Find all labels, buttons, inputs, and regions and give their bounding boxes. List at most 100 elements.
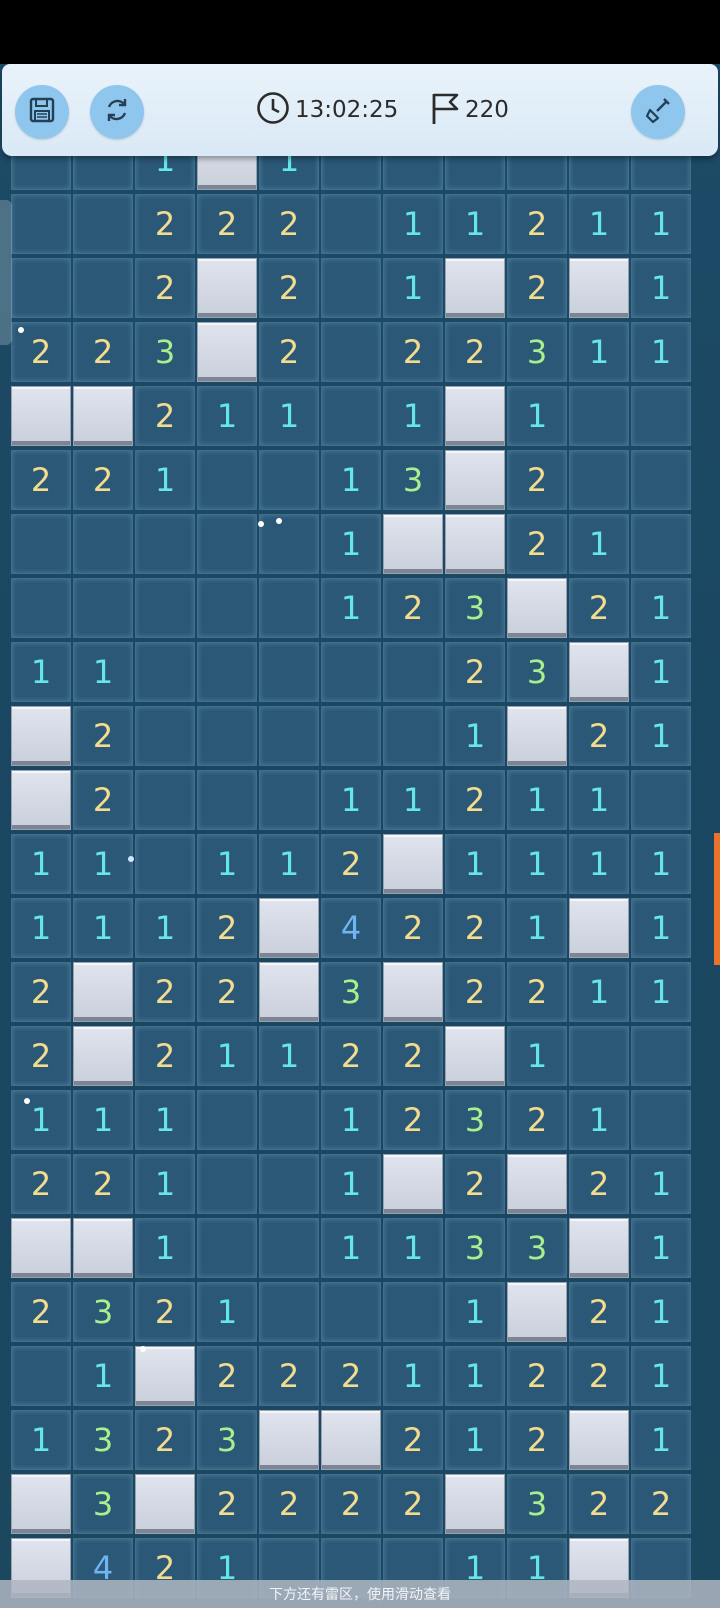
- number-cell[interactable]: 2: [445, 770, 505, 830]
- empty-cell[interactable]: [569, 1026, 629, 1086]
- covered-cell[interactable]: [73, 1026, 133, 1086]
- number-cell[interactable]: 2: [383, 1410, 443, 1470]
- number-cell[interactable]: 1: [259, 834, 319, 894]
- covered-cell[interactable]: [135, 1474, 195, 1534]
- empty-cell[interactable]: [321, 386, 381, 446]
- covered-cell[interactable]: [259, 898, 319, 958]
- empty-cell[interactable]: [631, 514, 691, 574]
- empty-cell[interactable]: [197, 642, 257, 702]
- covered-cell[interactable]: [445, 450, 505, 510]
- number-cell[interactable]: 3: [507, 1474, 567, 1534]
- number-cell[interactable]: 1: [631, 194, 691, 254]
- number-cell[interactable]: 1: [321, 1218, 381, 1278]
- number-cell[interactable]: 2: [73, 322, 133, 382]
- empty-cell[interactable]: [197, 514, 257, 574]
- number-cell[interactable]: 2: [569, 1474, 629, 1534]
- number-cell[interactable]: 3: [445, 1218, 505, 1278]
- number-cell[interactable]: 2: [445, 898, 505, 958]
- covered-cell[interactable]: [507, 578, 567, 638]
- number-cell[interactable]: 2: [73, 770, 133, 830]
- covered-cell[interactable]: [11, 386, 71, 446]
- covered-cell[interactable]: [507, 1282, 567, 1342]
- covered-cell[interactable]: [73, 962, 133, 1022]
- number-cell[interactable]: 2: [11, 962, 71, 1022]
- empty-cell[interactable]: [259, 1282, 319, 1342]
- number-cell[interactable]: 1: [11, 642, 71, 702]
- number-cell[interactable]: 2: [507, 962, 567, 1022]
- number-cell[interactable]: 1: [569, 770, 629, 830]
- covered-cell[interactable]: [569, 642, 629, 702]
- number-cell[interactable]: 2: [569, 1282, 629, 1342]
- number-cell[interactable]: 3: [73, 1410, 133, 1470]
- covered-cell[interactable]: [73, 1218, 133, 1278]
- number-cell[interactable]: 2: [259, 1474, 319, 1534]
- number-cell[interactable]: 2: [383, 898, 443, 958]
- empty-cell[interactable]: [259, 514, 319, 574]
- number-cell[interactable]: 1: [135, 1154, 195, 1214]
- number-cell[interactable]: 1: [11, 834, 71, 894]
- empty-cell[interactable]: [135, 834, 195, 894]
- number-cell[interactable]: 1: [631, 1218, 691, 1278]
- number-cell[interactable]: 1: [321, 578, 381, 638]
- covered-cell[interactable]: [383, 514, 443, 574]
- empty-cell[interactable]: [11, 514, 71, 574]
- number-cell[interactable]: 2: [445, 642, 505, 702]
- number-cell[interactable]: 2: [569, 1154, 629, 1214]
- number-cell[interactable]: 3: [445, 578, 505, 638]
- empty-cell[interactable]: [11, 578, 71, 638]
- number-cell[interactable]: 1: [569, 962, 629, 1022]
- empty-cell[interactable]: [321, 706, 381, 766]
- number-cell[interactable]: 2: [321, 1346, 381, 1406]
- number-cell[interactable]: 1: [321, 514, 381, 574]
- empty-cell[interactable]: [259, 706, 319, 766]
- number-cell[interactable]: 2: [321, 1474, 381, 1534]
- number-cell[interactable]: 2: [197, 962, 257, 1022]
- number-cell[interactable]: 1: [569, 322, 629, 382]
- covered-cell[interactable]: [259, 1410, 319, 1470]
- number-cell[interactable]: 1: [445, 834, 505, 894]
- number-cell[interactable]: 1: [631, 898, 691, 958]
- number-cell[interactable]: 2: [383, 1474, 443, 1534]
- number-cell[interactable]: 1: [631, 962, 691, 1022]
- number-cell[interactable]: 1: [507, 770, 567, 830]
- covered-cell[interactable]: [569, 258, 629, 318]
- empty-cell[interactable]: [197, 1154, 257, 1214]
- empty-cell[interactable]: [631, 770, 691, 830]
- save-button[interactable]: [15, 85, 69, 139]
- number-cell[interactable]: 2: [135, 194, 195, 254]
- number-cell[interactable]: 2: [445, 1154, 505, 1214]
- covered-cell[interactable]: [321, 1410, 381, 1470]
- empty-cell[interactable]: [197, 706, 257, 766]
- empty-cell[interactable]: [135, 642, 195, 702]
- number-cell[interactable]: 1: [631, 258, 691, 318]
- empty-cell[interactable]: [321, 642, 381, 702]
- covered-cell[interactable]: [73, 386, 133, 446]
- number-cell[interactable]: 2: [507, 1410, 567, 1470]
- number-cell[interactable]: 2: [569, 578, 629, 638]
- minefield-board[interactable]: 1122211211221212232223112111122113212112…: [0, 64, 720, 1608]
- number-cell[interactable]: 2: [507, 194, 567, 254]
- empty-cell[interactable]: [73, 514, 133, 574]
- number-cell[interactable]: 2: [507, 514, 567, 574]
- empty-cell[interactable]: [11, 194, 71, 254]
- number-cell[interactable]: 2: [11, 1026, 71, 1086]
- number-cell[interactable]: 2: [73, 706, 133, 766]
- number-cell[interactable]: 1: [631, 834, 691, 894]
- number-cell[interactable]: 2: [507, 1090, 567, 1150]
- number-cell[interactable]: 1: [569, 1090, 629, 1150]
- number-cell[interactable]: 2: [507, 1346, 567, 1406]
- covered-cell[interactable]: [569, 1410, 629, 1470]
- covered-cell[interactable]: [445, 386, 505, 446]
- number-cell[interactable]: 3: [507, 322, 567, 382]
- number-cell[interactable]: 3: [383, 450, 443, 510]
- number-cell[interactable]: 1: [321, 450, 381, 510]
- number-cell[interactable]: 2: [259, 322, 319, 382]
- empty-cell[interactable]: [321, 322, 381, 382]
- empty-cell[interactable]: [197, 770, 257, 830]
- number-cell[interactable]: 2: [569, 706, 629, 766]
- covered-cell[interactable]: [569, 1218, 629, 1278]
- empty-cell[interactable]: [73, 258, 133, 318]
- number-cell[interactable]: 2: [383, 578, 443, 638]
- number-cell[interactable]: 1: [135, 1218, 195, 1278]
- number-cell[interactable]: 2: [631, 1474, 691, 1534]
